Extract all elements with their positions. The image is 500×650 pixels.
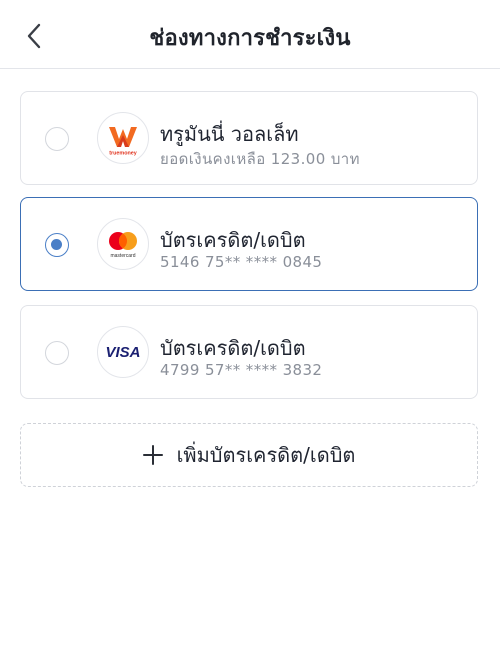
option-title: บัตรเครดิต/เดบิต bbox=[160, 336, 306, 360]
payment-option-mastercard[interactable]: mastercard บัตรเครดิต/เดบิต 5146 75** **… bbox=[20, 197, 478, 291]
option-title: ทรูมันนี่ วอลเล็ท bbox=[160, 122, 299, 146]
payment-option-visa[interactable]: VISA บัตรเครดิต/เดบิต 4799 57** **** 383… bbox=[20, 305, 478, 399]
add-card-button[interactable]: เพิ่มบัตรเครดิต/เดบิต bbox=[20, 423, 478, 487]
option-balance: ยอดเงินคงเหลือ 123.00 บาท bbox=[160, 150, 360, 168]
payment-option-truemoney[interactable]: truemoney ทรูมันนี่ วอลเล็ท ยอดเงินคงเหล… bbox=[20, 91, 478, 185]
header: ช่องทางการชำระเงิน bbox=[0, 0, 500, 69]
mastercard-logo: mastercard bbox=[97, 218, 149, 270]
visa-logo-text: VISA bbox=[105, 344, 140, 361]
truemoney-logo-text: truemoney bbox=[109, 151, 137, 157]
add-card-label: เพิ่มบัตรเครดิต/เดบิต bbox=[176, 443, 356, 467]
plus-icon bbox=[142, 445, 163, 465]
visa-logo: VISA bbox=[97, 326, 149, 378]
radio-button[interactable] bbox=[45, 341, 69, 365]
truemoney-logo: truemoney bbox=[97, 112, 149, 164]
page-title: ช่องทางการชำระเงิน bbox=[149, 26, 351, 51]
radio-button[interactable] bbox=[45, 127, 69, 151]
option-card-number: 5146 75** **** 0845 bbox=[160, 253, 323, 271]
option-title: บัตรเครดิต/เดบิต bbox=[160, 228, 306, 252]
option-card-number: 4799 57** **** 3832 bbox=[160, 361, 323, 379]
mastercard-logo-text: mastercard bbox=[110, 253, 135, 259]
radio-button-selected[interactable] bbox=[45, 233, 69, 257]
